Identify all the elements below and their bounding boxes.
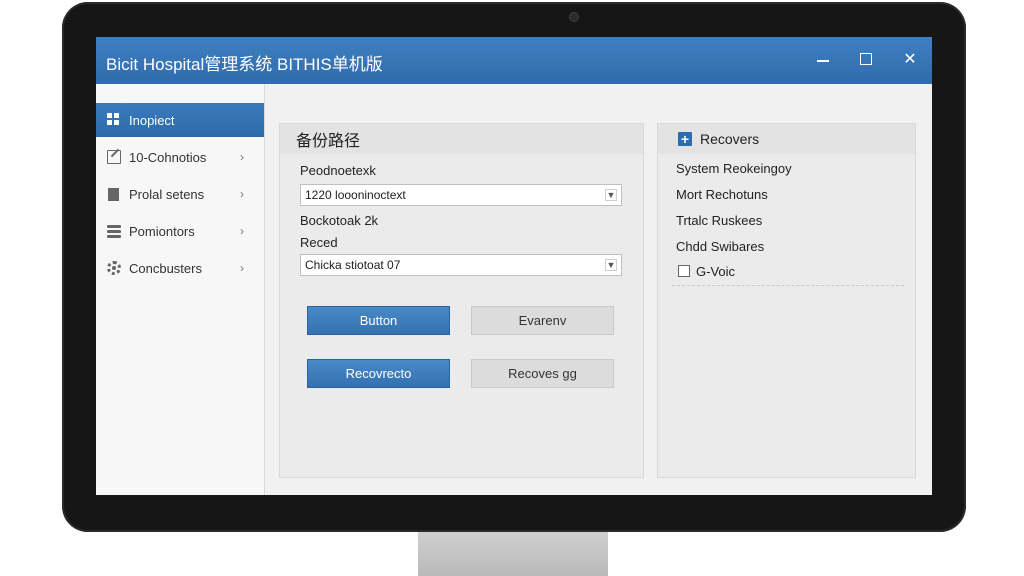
recovers-list-item[interactable]: Trtalc Ruskees <box>676 213 762 228</box>
field1-label: Peodnoetexk <box>300 163 376 178</box>
sidebar-item-prolal-setens[interactable]: Prolal setens › <box>96 177 264 211</box>
sidebar-item-label: Prolal setens <box>129 186 205 202</box>
panel-header: 备份路径 <box>280 124 643 154</box>
recovesgg-button[interactable]: Recoves gg <box>471 359 614 388</box>
recovers-list-item[interactable]: Mort Rechotuns <box>676 187 768 202</box>
database-icon <box>107 224 121 238</box>
chevron-down-icon[interactable]: ▼ <box>605 259 617 271</box>
recovers-list-item[interactable]: System Reokeingoy <box>676 161 792 176</box>
panel-title: Recovers <box>700 131 760 147</box>
backup-path-panel: 备份路径 Peodnoetexk 1220 loooninoctext ▼ Bo… <box>279 123 644 478</box>
sidebar-item-label: Pomiontors <box>129 223 195 239</box>
field3-label: Reced <box>300 235 338 250</box>
checkbox-label: G-Voic <box>696 264 736 279</box>
button-button[interactable]: Button <box>307 306 450 335</box>
recovers-list-item[interactable]: Chdd Swibares <box>676 239 764 254</box>
panel-header: + Recovers <box>658 124 915 154</box>
recovrecto-button[interactable]: Recovrecto <box>307 359 450 388</box>
field3-select[interactable]: Chicka stiotoat 07 ▼ <box>300 254 622 276</box>
field1-value: 1220 loooninoctext <box>305 188 406 202</box>
minimize-button[interactable] <box>808 45 838 73</box>
webcam-icon <box>569 12 579 22</box>
chevron-right-icon: › <box>240 224 244 238</box>
edit-icon <box>107 150 121 164</box>
document-icon <box>108 187 119 201</box>
recovers-panel: + Recovers System Reokeingoy Mort Rechot… <box>657 123 916 478</box>
sidebar-item-pomiontors[interactable]: Pomiontors › <box>96 214 264 248</box>
divider <box>672 285 904 286</box>
field2-label: Bockotoak 2k <box>300 213 379 228</box>
plus-icon[interactable]: + <box>678 132 692 146</box>
gvoic-checkbox[interactable] <box>678 265 690 277</box>
sidebar-item-label: 10-Cohnotios <box>129 149 207 165</box>
maximize-button[interactable] <box>851 45 881 73</box>
sidebar-item-inopiect[interactable]: Inopiect <box>96 103 264 137</box>
evarenv-button[interactable]: Evarenv <box>471 306 614 335</box>
grid-icon <box>107 113 121 127</box>
chevron-right-icon: › <box>240 150 244 164</box>
sidebar-item-label: Concbusters <box>129 260 202 276</box>
gear-icon <box>107 261 121 275</box>
app-window: Bicit Hospital管理系统 BITHIS单机版 ✕ Inopiect … <box>96 37 932 495</box>
chevron-right-icon: › <box>240 261 244 275</box>
sidebar-item-label: Inopiect <box>129 112 175 128</box>
sidebar: Inopiect 10-Cohnotios › Prolal setens › … <box>96 84 265 495</box>
field3-value: Chicka stiotoat 07 <box>305 258 401 272</box>
close-button[interactable]: ✕ <box>895 45 925 73</box>
field1-select[interactable]: 1220 loooninoctext ▼ <box>300 184 622 206</box>
close-icon: ✕ <box>903 51 917 68</box>
sidebar-item-concbusters[interactable]: Concbusters › <box>96 251 264 285</box>
sidebar-item-cohnotios[interactable]: 10-Cohnotios › <box>96 140 264 174</box>
maximize-icon <box>860 53 872 65</box>
title-bar[interactable]: Bicit Hospital管理系统 BITHIS单机版 ✕ <box>96 37 932 84</box>
minimize-icon <box>817 60 829 62</box>
monitor-stand <box>418 532 608 576</box>
panel-title: 备份路径 <box>296 133 361 150</box>
window-title: Bicit Hospital管理系统 BITHIS单机版 <box>106 55 383 74</box>
chevron-right-icon: › <box>240 187 244 201</box>
chevron-down-icon[interactable]: ▼ <box>605 189 617 201</box>
